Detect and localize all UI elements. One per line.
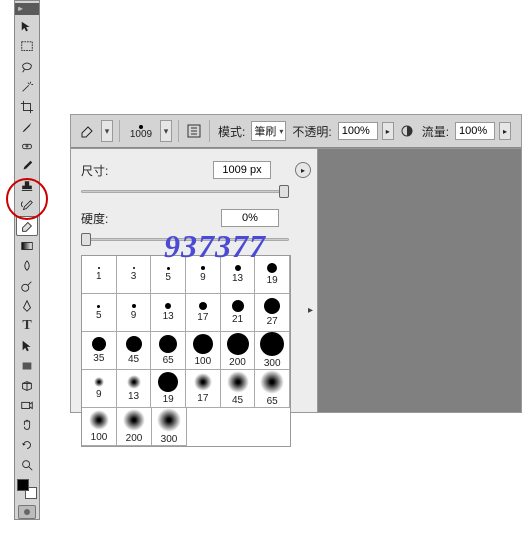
tool-hand[interactable] [16,415,38,435]
tool-eyedropper[interactable] [16,117,38,137]
opacity-label: 不透明: [292,123,331,140]
tool-type[interactable]: T [16,316,38,336]
brush-preset[interactable]: 13 [151,294,186,332]
size-label: 尺寸: [81,162,131,179]
tool-move[interactable] [16,17,38,37]
tool-gradient[interactable] [16,236,38,256]
brush-preset[interactable]: 65 [151,332,186,370]
tool-stamp[interactable] [16,176,38,196]
tool-3d-camera[interactable] [16,395,38,415]
brush-preset[interactable]: 200 [117,408,152,446]
tool-brush[interactable] [16,156,38,176]
tool-rotate-view[interactable] [16,435,38,455]
size-flyout-button[interactable]: ▸ [295,162,311,178]
brush-preset[interactable]: 21 [221,294,256,332]
tool-healing[interactable] [16,136,38,156]
tool-rectangle[interactable] [16,356,38,376]
tool-dodge[interactable] [16,276,38,296]
brush-preset[interactable]: 300 [152,408,187,446]
brush-preset[interactable]: 17 [186,294,221,332]
opacity-input[interactable] [338,122,378,140]
brush-panel-toggle-icon[interactable] [185,122,203,140]
mode-select[interactable]: 筆刷▾ [251,121,286,141]
brush-preset[interactable]: 65 [255,370,290,408]
brush-preset[interactable]: 200 [221,332,256,370]
tool-pen[interactable] [16,296,38,316]
brush-picker-dropdown[interactable]: ▾ [160,120,172,142]
toolbar-handle[interactable] [15,3,39,15]
opacity-stepper[interactable]: ▸ [382,122,394,140]
tool-lasso[interactable] [16,57,38,77]
brush-preset[interactable]: 9 [186,256,221,294]
options-bar: ▾ 1009 ▾ 模式: 筆刷▾ 不透明: ▸ 流量: ▸ [70,114,522,148]
brush-preset[interactable]: 9 [117,294,152,332]
brush-preset[interactable]: 45 [117,332,152,370]
hardness-label: 硬度: [81,210,131,227]
brush-preset[interactable]: 100 [82,408,117,446]
hardness-slider[interactable] [81,233,289,247]
flow-label: 流量: [422,123,449,140]
brush-preset[interactable]: 3 [117,256,152,294]
brush-preset[interactable]: 100 [186,332,221,370]
tool-preset-icon[interactable] [77,121,97,141]
foreground-color-swatch[interactable] [17,479,29,491]
brush-size-number: 1009 [130,129,152,140]
brush-preview[interactable]: 1009 [126,118,156,144]
size-input[interactable] [213,161,271,179]
brush-preset[interactable]: 9 [82,370,117,408]
canvas-area[interactable] [318,148,522,413]
brush-preset[interactable]: 5 [82,294,117,332]
brush-preset[interactable]: 35 [82,332,117,370]
brush-preset[interactable]: 27 [255,294,290,332]
tool-zoom[interactable] [16,455,38,475]
brush-preset[interactable]: 45 [221,370,256,408]
brush-options-panel: 尺寸: ▸ 硬度: 135913195913172127354565100200… [70,148,318,413]
tool-blur[interactable] [16,256,38,276]
mode-label: 模式: [218,123,245,140]
flow-stepper[interactable]: ▸ [499,122,511,140]
brush-presets-grid: 1359131959131721273545651002003009131917… [81,255,291,447]
size-slider[interactable] [81,185,289,199]
tool-marquee[interactable] [16,37,38,57]
brush-preset[interactable]: 13 [117,370,152,408]
tool-wand[interactable] [16,77,38,97]
quick-mask-toggle[interactable] [18,505,36,519]
tool-preset-dropdown[interactable]: ▾ [101,120,113,142]
brush-preset[interactable]: 300 [255,332,290,370]
brush-preset[interactable]: 5 [151,256,186,294]
brush-preset[interactable]: 19 [255,256,290,294]
tool-crop[interactable] [16,97,38,117]
tool-history-brush[interactable] [16,196,38,216]
tool-eraser[interactable] [16,216,38,236]
tools-toolbar: T [14,0,40,520]
panel-menu-icon[interactable]: ▸ [308,305,313,316]
hardness-input[interactable] [221,209,279,227]
color-swatches[interactable] [17,479,37,499]
brush-preset[interactable]: 19 [151,370,186,408]
tablet-opacity-icon[interactable] [398,122,416,140]
brush-preset[interactable]: 17 [186,370,221,408]
tool-path-select[interactable] [16,336,38,356]
tool-3d-object[interactable] [16,376,38,396]
flow-input[interactable] [455,122,495,140]
brush-preset[interactable]: 13 [221,256,256,294]
brush-preset[interactable]: 1 [82,256,117,294]
